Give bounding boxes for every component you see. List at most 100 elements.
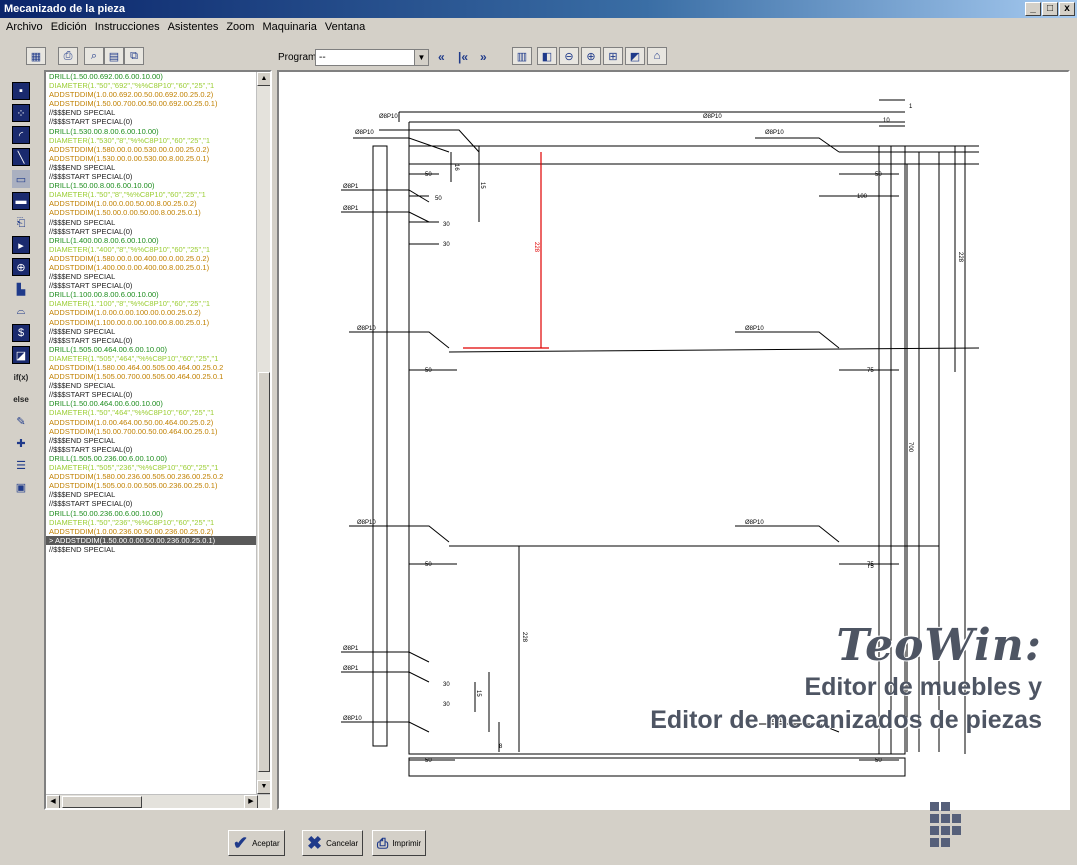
menu-ventana[interactable]: Ventana bbox=[321, 18, 369, 37]
view-back-icon[interactable]: ◩ bbox=[625, 47, 645, 65]
code-line[interactable]: //$$$START SPECIAL(0) bbox=[46, 172, 258, 181]
code-line[interactable]: DRILL(1.505.00.464.00.6.00.10.00) bbox=[46, 345, 258, 354]
else-tool[interactable]: else bbox=[12, 390, 30, 408]
minimize-button[interactable]: _ bbox=[1025, 2, 1041, 16]
code-line[interactable]: DRILL(1.100.00.8.00.6.00.10.00) bbox=[46, 290, 258, 299]
code-line[interactable]: ADDSTDDIM(1.0.00.0.00.50.00.8.00.25.0.2) bbox=[46, 199, 258, 208]
close-button[interactable]: x bbox=[1059, 2, 1075, 16]
code-line[interactable]: //$$$START SPECIAL(0) bbox=[46, 445, 258, 454]
copy-icon[interactable]: ⧉ bbox=[124, 47, 144, 65]
grid-icon[interactable]: ▦ bbox=[26, 47, 46, 65]
menu-asistentes[interactable]: Asistentes bbox=[164, 18, 223, 37]
point-tool-icon[interactable]: ▪ bbox=[12, 82, 30, 100]
drawing-canvas[interactable]: Ø8P10 Ø8P10 Ø8P10 Ø8P1 Ø8P1 Ø8P10 Ø8P10 … bbox=[277, 70, 1070, 810]
list-tool-icon[interactable]: ☰ bbox=[12, 456, 30, 474]
scroll-left-icon[interactable]: ◀ bbox=[46, 795, 60, 808]
prev-button[interactable]: « bbox=[438, 50, 445, 64]
machine-icon[interactable]: ▤ bbox=[104, 47, 124, 65]
edit-tool-icon[interactable]: ▙ bbox=[12, 280, 30, 298]
pocket-tool-icon[interactable]: ▭ bbox=[12, 170, 30, 188]
target-tool-icon[interactable]: ⊕ bbox=[12, 258, 30, 276]
variable-tool-icon[interactable]: $ bbox=[12, 324, 30, 342]
code-line[interactable]: DIAMETER(1."505","464","%%C8P10","60","2… bbox=[46, 354, 258, 363]
code-line[interactable]: //$$$START SPECIAL(0) bbox=[46, 227, 258, 236]
menu-instrucciones[interactable]: Instrucciones bbox=[91, 18, 164, 37]
first-button[interactable]: |« bbox=[458, 50, 468, 64]
line-tool-icon[interactable]: ╲ bbox=[12, 148, 30, 166]
cancel-button[interactable]: ✖ Cancelar bbox=[302, 830, 364, 856]
code-line[interactable]: ADDSTDDIM(1.505.00.0.00.505.00.236.00.25… bbox=[46, 481, 258, 490]
code-line[interactable]: ADDSTDDIM(1.580.00.236.00.505.00.236.00.… bbox=[46, 472, 258, 481]
drill-tool-icon[interactable]: ⁘ bbox=[12, 104, 30, 122]
menu-archivo[interactable]: Archivo bbox=[2, 18, 47, 37]
next-button[interactable]: » bbox=[480, 50, 487, 64]
code-line[interactable]: DIAMETER(1."505","236","%%C8P10","60","2… bbox=[46, 463, 258, 472]
code-line[interactable]: //$$$START SPECIAL(0) bbox=[46, 281, 258, 290]
move-tool-icon[interactable]: ▸ bbox=[12, 236, 30, 254]
add-tool-icon[interactable]: ✚ bbox=[12, 434, 30, 452]
code-line[interactable]: //$$$END SPECIAL bbox=[46, 163, 258, 172]
code-line-selected[interactable]: > ADDSTDDIM(1.50.00.0.00.50.00.236.00.25… bbox=[46, 535, 258, 545]
code-line[interactable]: //$$$END SPECIAL bbox=[46, 490, 258, 499]
scroll-right-icon[interactable]: ▶ bbox=[244, 795, 258, 808]
code-line[interactable]: //$$$START SPECIAL(0) bbox=[46, 336, 258, 345]
code-line[interactable]: ADDSTDDIM(1.0.00.0.00.100.00.0.00.25.0.2… bbox=[46, 308, 258, 317]
code-line[interactable]: //$$$START SPECIAL(0) bbox=[46, 499, 258, 508]
code-line[interactable]: //$$$END SPECIAL bbox=[46, 327, 258, 336]
horizontal-scrollbar[interactable]: ◀ ▶ bbox=[46, 794, 270, 808]
scroll-up-icon[interactable]: ▲ bbox=[257, 72, 270, 86]
print-button[interactable]: ⎙ Imprimir bbox=[372, 830, 427, 856]
code-line[interactable]: //$$$END SPECIAL bbox=[46, 108, 258, 117]
scroll-down-icon[interactable]: ▼ bbox=[257, 780, 270, 794]
code-line[interactable]: DIAMETER(1."400","8","%%C8P10","60","25"… bbox=[46, 245, 258, 254]
code-line[interactable]: //$$$END SPECIAL bbox=[46, 218, 258, 227]
code-line[interactable]: ADDSTDDIM(1.400.00.0.00.400.00.8.00.25.0… bbox=[46, 263, 258, 272]
code-line[interactable]: //$$$END SPECIAL bbox=[46, 436, 258, 445]
code-line[interactable]: //$$$END SPECIAL bbox=[46, 272, 258, 281]
zoom-out-icon[interactable]: ⊖ bbox=[559, 47, 579, 65]
programa-select[interactable]: -- ▼ bbox=[315, 49, 429, 66]
accept-button[interactable]: ✔ Aceptar bbox=[228, 830, 285, 856]
code-line[interactable]: DRILL(1.50.00.8.00.6.00.10.00) bbox=[46, 181, 258, 190]
code-line[interactable]: ADDSTDDIM(1.0.00.464.00.50.00.464.00.25.… bbox=[46, 418, 258, 427]
layout-icon[interactable]: ▥ bbox=[512, 47, 532, 65]
code-line[interactable]: ADDSTDDIM(1.0.00.236.00.50.00.236.00.25.… bbox=[46, 527, 258, 536]
code-list[interactable]: DRILL(1.50.00.692.00.6.00.10.00) DIAMETER… bbox=[46, 72, 258, 792]
code-line[interactable]: DRILL(1.400.00.8.00.6.00.10.00) bbox=[46, 236, 258, 245]
code-line[interactable]: ADDSTDDIM(1.580.00.0.00.400.00.0.00.25.0… bbox=[46, 254, 258, 263]
code-line[interactable]: DIAMETER(1."100","8","%%C8P10","60","25"… bbox=[46, 299, 258, 308]
code-line[interactable]: DIAMETER(1."50","236","%%C8P10","60","25… bbox=[46, 518, 258, 527]
code-line[interactable]: ADDSTDDIM(1.100.00.0.00.100.00.8.00.25.0… bbox=[46, 318, 258, 327]
code-line[interactable]: DIAMETER(1."50","8","%%C8P10","60","25",… bbox=[46, 190, 258, 199]
code-line[interactable]: ADDSTDDIM(1.580.00.464.00.505.00.464.00.… bbox=[46, 363, 258, 372]
code-line[interactable]: //$$$END SPECIAL bbox=[46, 545, 258, 554]
print-preview-icon[interactable]: ⌕ bbox=[84, 47, 104, 65]
chevron-down-icon[interactable]: ▼ bbox=[414, 50, 428, 65]
image-tool-icon[interactable]: ◪ bbox=[12, 346, 30, 364]
zoom-fit-icon[interactable]: ⊕ bbox=[581, 47, 601, 65]
scroll-thumb[interactable] bbox=[258, 372, 270, 772]
menu-maquinaria[interactable]: Maquinaria bbox=[258, 18, 320, 37]
code-line[interactable]: DRILL(1.50.00.692.00.6.00.10.00) bbox=[46, 72, 258, 81]
code-line[interactable]: DRILL(1.530.00.8.00.6.00.10.00) bbox=[46, 127, 258, 136]
code-line[interactable]: //$$$START SPECIAL(0) bbox=[46, 117, 258, 126]
code-line[interactable]: DIAMETER(1."530","8","%%C8P10","60","25"… bbox=[46, 136, 258, 145]
code-line[interactable]: DIAMETER(1."50","464","%%C8P10","60","25… bbox=[46, 408, 258, 417]
code-line[interactable]: DIAMETER(1."50","692","%%C8P10","60","25… bbox=[46, 81, 258, 90]
code-line[interactable]: DRILL(1.505.00.236.00.6.00.10.00) bbox=[46, 454, 258, 463]
stack-tool-icon[interactable]: ▣ bbox=[12, 478, 30, 496]
menu-edicion[interactable]: Edición bbox=[47, 18, 91, 37]
code-line[interactable]: ADDSTDDIM(1.0.00.692.00.50.00.692.00.25.… bbox=[46, 90, 258, 99]
export-icon[interactable]: ⎙ bbox=[58, 47, 78, 65]
vertical-scrollbar[interactable]: ▲ ▼ bbox=[256, 72, 270, 794]
rect-tool-icon[interactable]: ▬ bbox=[12, 192, 30, 210]
view-home-icon[interactable]: ⌂ bbox=[647, 47, 667, 65]
code-line[interactable]: //$$$END SPECIAL bbox=[46, 381, 258, 390]
zoom-window-icon[interactable]: ⊞ bbox=[603, 47, 623, 65]
view-icon[interactable]: ◧ bbox=[537, 47, 557, 65]
scroll-thumb-h[interactable] bbox=[62, 796, 142, 808]
restore-button[interactable]: □ bbox=[1042, 2, 1058, 16]
code-editor[interactable]: DRILL(1.50.00.692.00.6.00.10.00) DIAMETER… bbox=[44, 70, 272, 810]
code-line[interactable]: //$$$START SPECIAL(0) bbox=[46, 390, 258, 399]
code-line[interactable]: ADDSTDDIM(1.50.00.0.00.50.00.8.00.25.0.1… bbox=[46, 208, 258, 217]
